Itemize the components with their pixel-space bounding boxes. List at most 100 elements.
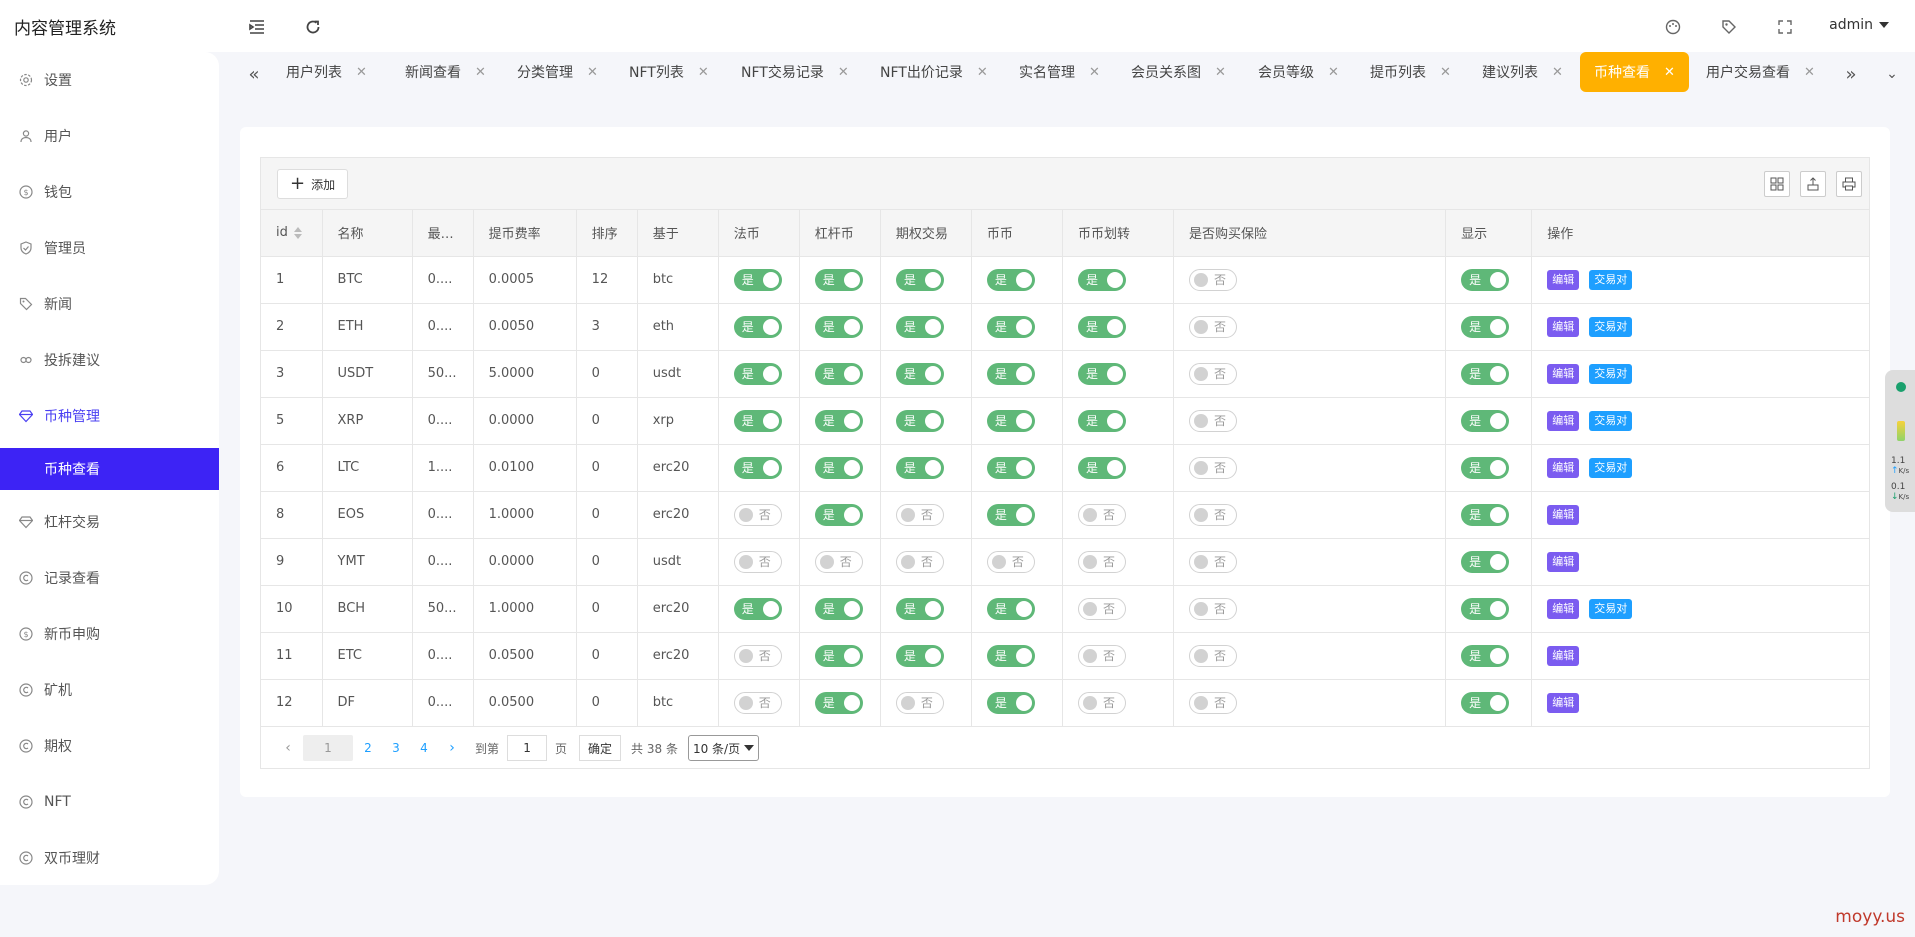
options-switch[interactable]: 是	[895, 315, 944, 338]
leverage-switch[interactable]: 是	[814, 691, 863, 714]
fiat-switch[interactable]: 是	[733, 315, 782, 338]
tab-news-view[interactable]: 新闻查看 ✕	[405, 52, 486, 92]
fiat-switch[interactable]: 否	[733, 691, 782, 714]
page-size-select[interactable]: 10 条/页	[687, 735, 760, 761]
leverage-switch[interactable]: 是	[814, 315, 863, 338]
display-switch[interactable]: 是	[1461, 362, 1510, 385]
display-switch[interactable]: 是	[1461, 597, 1510, 620]
display-switch[interactable]: 是	[1461, 644, 1510, 667]
tab-member-level[interactable]: 会员等级 ✕	[1258, 52, 1339, 92]
options-switch[interactable]: 是	[895, 644, 944, 667]
print-icon[interactable]	[1836, 171, 1862, 197]
coin-switch[interactable]: 是	[986, 315, 1035, 338]
leverage-switch[interactable]: 是	[814, 644, 863, 667]
options-switch[interactable]: 否	[895, 691, 944, 714]
page-2[interactable]: 2	[355, 735, 381, 761]
tab-suggestion-list[interactable]: 建议列表 ✕	[1482, 52, 1563, 92]
insurance-switch[interactable]: 否	[1189, 503, 1237, 526]
edit-button[interactable]: 编辑	[1547, 692, 1580, 713]
sort-icon[interactable]	[293, 226, 302, 239]
tab-real-name[interactable]: 实名管理 ✕	[1019, 52, 1100, 92]
edit-button[interactable]: 编辑	[1547, 645, 1580, 666]
sidebar-item-records[interactable]: 记录查看	[0, 557, 219, 599]
display-switch[interactable]: 是	[1461, 691, 1510, 714]
options-switch[interactable]: 否	[895, 503, 944, 526]
sidebar-subitem-currency-view[interactable]: 币种查看	[0, 448, 219, 490]
close-icon[interactable]: ✕	[475, 65, 486, 80]
tag-icon[interactable]	[1718, 16, 1740, 38]
tab-user-trade-view[interactable]: 用户交易查看 ✕	[1706, 52, 1815, 92]
edit-button[interactable]: 编辑	[1547, 598, 1580, 619]
fiat-switch[interactable]: 否	[733, 550, 782, 573]
close-icon[interactable]: ✕	[1552, 65, 1563, 80]
transfer-switch[interactable]: 否	[1077, 550, 1126, 573]
coin-switch[interactable]: 是	[986, 268, 1035, 291]
fiat-switch[interactable]: 是	[733, 409, 782, 432]
export-icon[interactable]	[1800, 171, 1826, 197]
close-icon[interactable]: ✕	[1440, 65, 1451, 80]
display-switch[interactable]: 是	[1461, 268, 1510, 291]
insurance-switch[interactable]: 否	[1189, 550, 1237, 573]
coin-switch[interactable]: 是	[986, 503, 1035, 526]
tabs-scroll-left-icon[interactable]: «	[240, 60, 268, 88]
sidebar-item-news[interactable]: 新闻	[0, 283, 219, 325]
leverage-switch[interactable]: 否	[814, 550, 863, 573]
edit-button[interactable]: 编辑	[1547, 269, 1580, 290]
close-icon[interactable]: ✕	[1215, 65, 1226, 80]
insurance-switch[interactable]: 否	[1189, 409, 1237, 432]
leverage-switch[interactable]: 是	[814, 597, 863, 620]
coin-switch[interactable]: 是	[986, 409, 1035, 432]
options-switch[interactable]: 是	[895, 456, 944, 479]
coin-switch[interactable]: 是	[986, 597, 1035, 620]
page-1[interactable]: 1	[303, 735, 353, 761]
display-switch[interactable]: 是	[1461, 503, 1510, 526]
transfer-switch[interactable]: 是	[1077, 456, 1126, 479]
tab-member-relation[interactable]: 会员关系图 ✕	[1131, 52, 1226, 92]
trading-pair-button[interactable]: 交易对	[1589, 316, 1633, 337]
next-page-icon[interactable]: ›	[439, 735, 465, 761]
sidebar-item-mining[interactable]: 矿机	[0, 669, 219, 711]
edit-button[interactable]: 编辑	[1547, 551, 1580, 572]
edit-button[interactable]: 编辑	[1547, 410, 1580, 431]
insurance-switch[interactable]: 否	[1189, 691, 1237, 714]
transfer-switch[interactable]: 否	[1077, 597, 1126, 620]
sidebar-item-admins[interactable]: 管理员	[0, 227, 219, 269]
display-switch[interactable]: 是	[1461, 456, 1510, 479]
prev-page-icon[interactable]: ‹	[275, 735, 301, 761]
fiat-switch[interactable]: 是	[733, 362, 782, 385]
transfer-switch[interactable]: 否	[1077, 503, 1126, 526]
insurance-switch[interactable]: 否	[1189, 597, 1237, 620]
transfer-switch[interactable]: 是	[1077, 409, 1126, 432]
network-speed-widget[interactable]: 1.1 ↑K/s 0.1 ↓K/s	[1885, 370, 1915, 512]
display-switch[interactable]: 是	[1461, 550, 1510, 573]
refresh-icon[interactable]	[302, 16, 324, 38]
tab-currency-view[interactable]: 币种查看 ✕	[1580, 52, 1689, 92]
leverage-switch[interactable]: 是	[814, 409, 863, 432]
close-icon[interactable]: ✕	[698, 65, 709, 80]
insurance-switch[interactable]: 否	[1189, 644, 1237, 667]
coin-switch[interactable]: 是	[986, 456, 1035, 479]
transfer-switch[interactable]: 是	[1077, 268, 1126, 291]
sidebar-item-dual-currency[interactable]: 双币理财	[0, 837, 219, 879]
leverage-switch[interactable]: 是	[814, 362, 863, 385]
sidebar-item-users[interactable]: 用户	[0, 115, 219, 157]
transfer-switch[interactable]: 是	[1077, 315, 1126, 338]
options-switch[interactable]: 否	[895, 550, 944, 573]
user-menu[interactable]: admin	[1829, 17, 1889, 33]
fullscreen-icon[interactable]	[1774, 16, 1796, 38]
leverage-switch[interactable]: 是	[814, 268, 863, 291]
insurance-switch[interactable]: 否	[1189, 362, 1237, 385]
tab-withdraw-list[interactable]: 提币列表 ✕	[1370, 52, 1451, 92]
theme-palette-icon[interactable]	[1662, 16, 1684, 38]
tab-nft-trade-records[interactable]: NFT交易记录 ✕	[741, 52, 849, 92]
chevron-down-icon[interactable]: ⌄	[1878, 60, 1906, 88]
options-switch[interactable]: 是	[895, 362, 944, 385]
coin-switch[interactable]: 否	[986, 550, 1035, 573]
display-switch[interactable]: 是	[1461, 409, 1510, 432]
add-button[interactable]: + 添加	[277, 169, 349, 199]
close-icon[interactable]: ✕	[1089, 65, 1100, 80]
fiat-switch[interactable]: 是	[733, 597, 782, 620]
sidebar-item-leverage-trading[interactable]: 杠杆交易	[0, 501, 219, 543]
fiat-switch[interactable]: 否	[733, 644, 782, 667]
close-icon[interactable]: ✕	[587, 65, 598, 80]
